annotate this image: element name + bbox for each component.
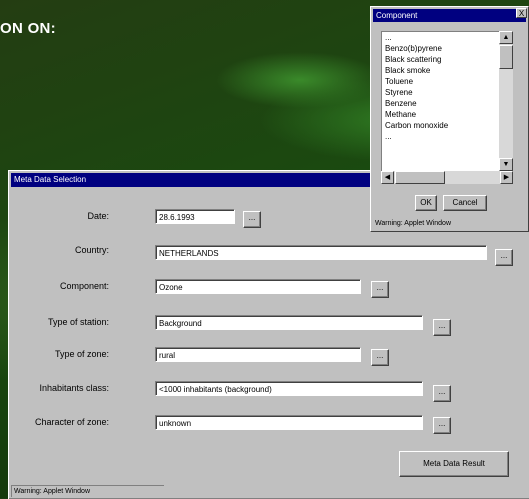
inhabitants-class-field[interactable]: <1000 inhabitants (background) (155, 381, 423, 396)
scroll-up-icon[interactable]: ▲ (499, 31, 513, 44)
inhabitants-class-label: Inhabitants class: (39, 383, 109, 393)
horizontal-scrollbar[interactable]: ◀ ▶ (381, 171, 513, 184)
date-field[interactable]: 28.6.1993 (155, 209, 235, 224)
date-browse-button[interactable]: ... (243, 211, 261, 228)
scroll-thumb[interactable] (499, 45, 513, 69)
inhabitants-class-browse-button[interactable]: ... (433, 385, 451, 402)
meta-data-result-button[interactable]: Meta Data Result (399, 451, 509, 477)
zone-character-label: Character of zone: (34, 417, 109, 427)
popup-title: Component (373, 9, 526, 22)
cancel-button[interactable]: Cancel (443, 195, 487, 211)
component-label: Component: (59, 281, 109, 291)
country-label: Country: (74, 245, 109, 255)
zone-type-label: Type of zone: (54, 349, 109, 359)
list-item[interactable]: ... (382, 131, 500, 142)
zone-character-field[interactable]: unknown (155, 415, 423, 430)
scroll-down-icon[interactable]: ▼ (499, 158, 513, 171)
station-type-label: Type of station: (47, 317, 109, 327)
list-item[interactable]: Black scattering (382, 54, 500, 65)
list-item[interactable]: Benzene (382, 98, 500, 109)
component-popup: Component X ... Benzo(b)pyrene Black sca… (370, 6, 529, 232)
vertical-scrollbar[interactable]: ▲ ▼ (499, 31, 513, 171)
station-type-browse-button[interactable]: ... (433, 319, 451, 336)
close-icon[interactable]: X (516, 8, 527, 18)
country-browse-button[interactable]: ... (495, 249, 513, 266)
popup-applet-warning: Warning: Applet Window (375, 220, 451, 227)
list-item[interactable]: Toluene (382, 76, 500, 87)
component-browse-button[interactable]: ... (371, 281, 389, 298)
list-item[interactable]: Styrene (382, 87, 500, 98)
ok-button[interactable]: OK (415, 195, 437, 211)
zone-type-field[interactable]: rural (155, 347, 361, 362)
list-item[interactable]: Black smoke (382, 65, 500, 76)
component-list[interactable]: ... Benzo(b)pyrene Black scattering Blac… (381, 31, 501, 173)
station-type-field[interactable]: Background (155, 315, 423, 330)
list-item[interactable]: Carbon monoxide (382, 120, 500, 131)
scroll-left-icon[interactable]: ◀ (381, 171, 394, 184)
scroll-thumb[interactable] (395, 171, 445, 184)
list-item[interactable]: ... (382, 32, 500, 43)
page-heading: ON ON: (0, 20, 56, 37)
list-item[interactable]: Benzo(b)pyrene (382, 43, 500, 54)
zone-type-browse-button[interactable]: ... (371, 349, 389, 366)
country-field[interactable]: NETHERLANDS (155, 245, 487, 260)
component-field[interactable]: Ozone (155, 279, 361, 294)
scroll-right-icon[interactable]: ▶ (500, 171, 513, 184)
applet-warning: Warning: Applet Window (11, 485, 164, 497)
date-label: Date: (87, 211, 109, 221)
zone-character-browse-button[interactable]: ... (433, 417, 451, 434)
list-item[interactable]: Methane (382, 109, 500, 120)
